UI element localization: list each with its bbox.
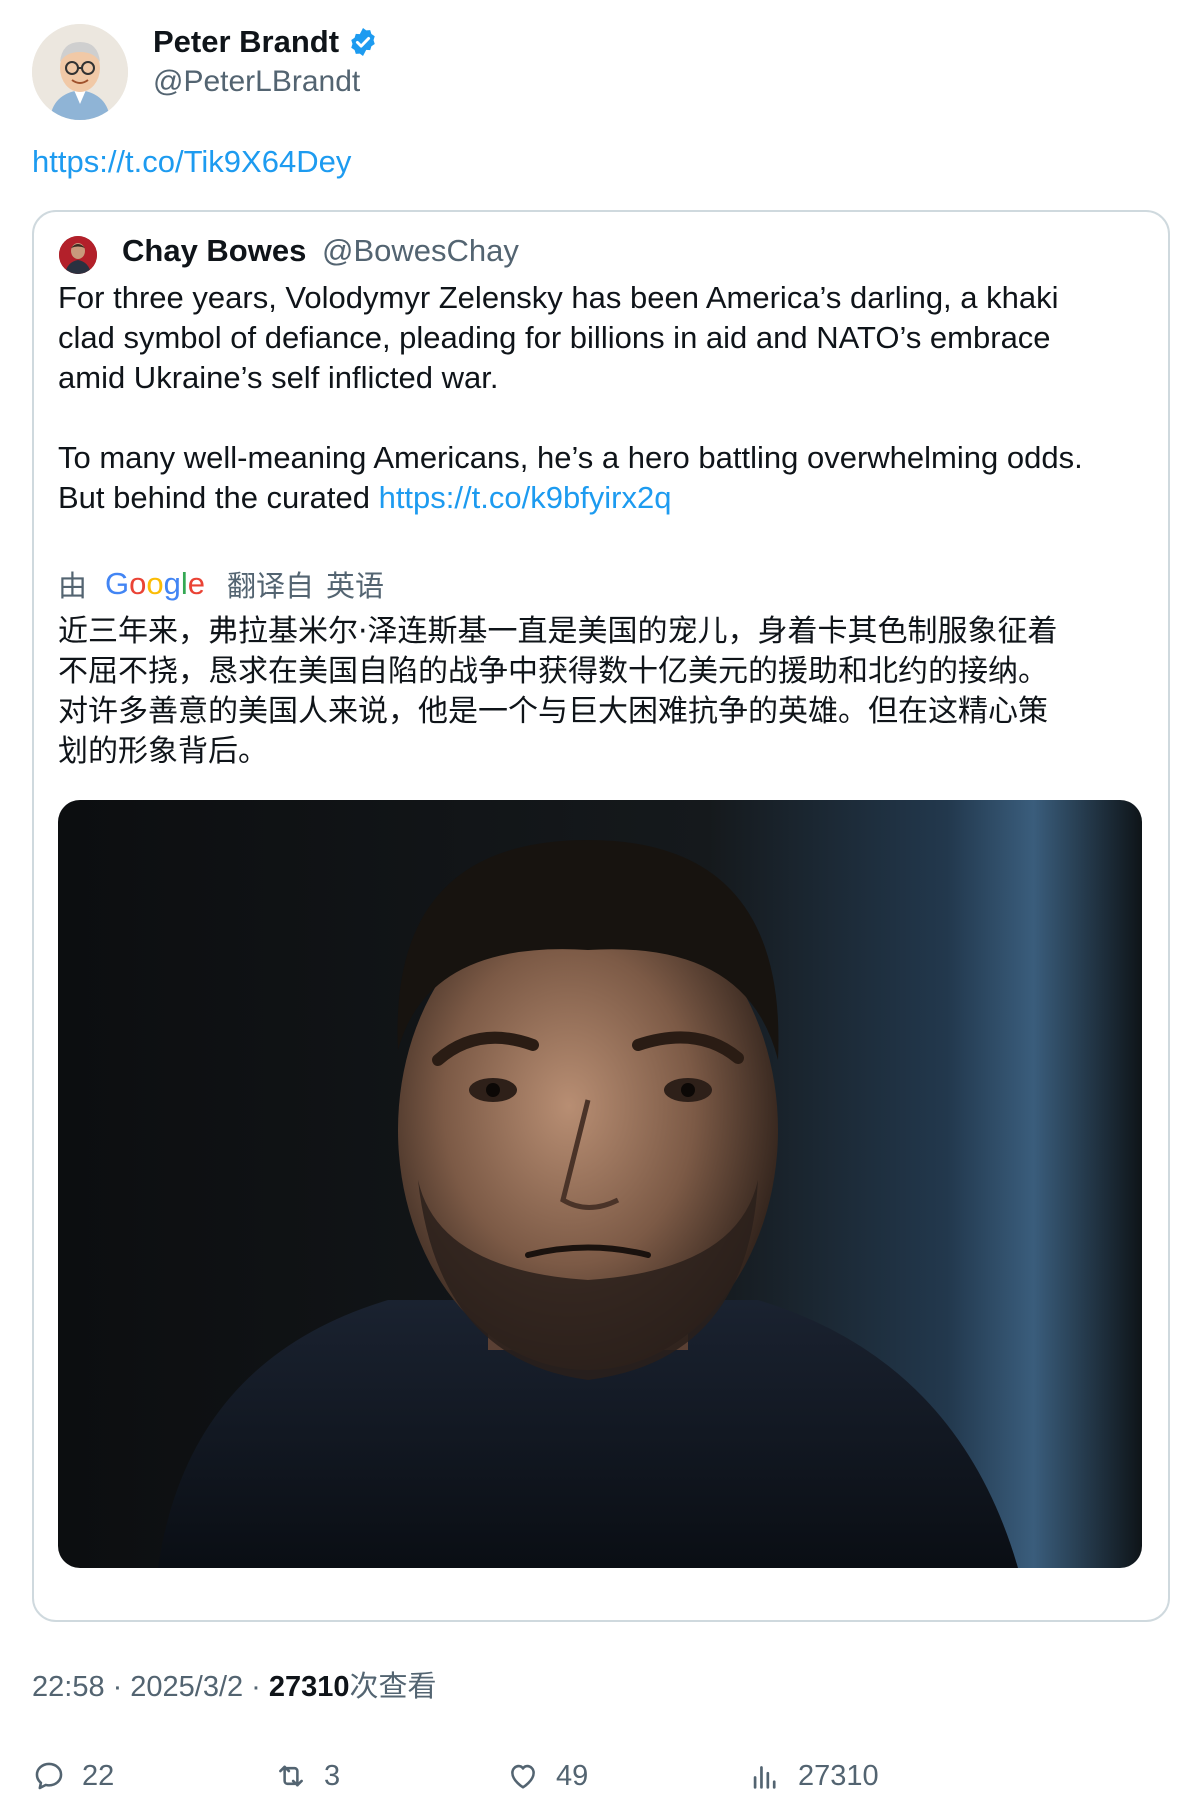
translated-text-line: 对许多善意的美国人来说，他是一个与巨大困难抗争的英雄。但在这精心策 — [58, 694, 1048, 729]
like-button[interactable]: 49 — [506, 1756, 588, 1796]
quote-text-line: For three years, Volodymyr Zelensky has … — [58, 280, 1059, 315]
quote-text-line: To many well-meaning Americans, he’s a h… — [58, 440, 1083, 475]
reply-button[interactable]: 22 — [32, 1756, 114, 1796]
heart-icon — [511, 1764, 535, 1789]
views-label: 次查看 — [349, 1671, 437, 1703]
author-name-text[interactable]: Peter Brandt — [153, 22, 339, 62]
analytics-icon — [753, 1766, 776, 1789]
views-count: 27310 — [268, 1671, 350, 1703]
translation-by-label: 由 — [58, 571, 88, 603]
retweet-count: 3 — [324, 1759, 341, 1792]
views-action-count: 27310 — [798, 1759, 879, 1792]
tweet-link[interactable]: https://t.co/Tik9X64Dey — [32, 142, 351, 182]
quote-link[interactable]: https://t.co/k9bfyirx2q — [379, 480, 672, 515]
retweet-button[interactable]: 3 — [274, 1756, 340, 1796]
quote-text-line: But behind the curated https://t.co/k9bf… — [58, 478, 672, 518]
svg-text:Google: Google — [105, 566, 205, 601]
quote-author-avatar — [59, 236, 97, 274]
tweet-time[interactable]: 22:58 — [32, 1671, 105, 1703]
author-name[interactable]: Peter Brandt — [153, 22, 379, 62]
quote-text-prefix: But behind the curated — [58, 480, 379, 515]
views-button[interactable]: 27310 — [748, 1756, 879, 1796]
quote-author-handle: @BowesChay — [322, 233, 519, 268]
author-avatar[interactable] — [32, 24, 128, 120]
quote-author-name: Chay Bowes — [122, 233, 307, 268]
reply-count: 22 — [82, 1759, 115, 1792]
author-handle[interactable]: @PeterLBrandt — [153, 62, 360, 102]
quote-text-line: amid Ukraine’s self inflicted war. — [58, 360, 499, 395]
retweet-icon — [279, 1765, 303, 1787]
translation-language: 英语 — [326, 571, 385, 603]
translated-text-line: 不屈不挠，恳求在美国自陷的战争中获得数十亿美元的援助和北约的接纳。 — [58, 654, 1048, 689]
meta-separator: · — [112, 1671, 123, 1703]
meta-separator: · — [251, 1671, 261, 1703]
tweet-date[interactable]: 2025/3/2 — [130, 1671, 243, 1703]
translated-text-line: 划的形象背后。 — [58, 734, 268, 769]
quote-media-photo[interactable] — [58, 800, 1142, 1568]
tweet-meta: 22:58 · 2025/3/2 · 27310次查看 — [32, 1667, 436, 1707]
translated-text-line: 近三年来，弗拉基米尔·泽连斯基一直是美国的宠儿，身着卡其色制服象征着 — [58, 614, 1058, 649]
verified-badge-icon — [347, 26, 379, 58]
like-count: 49 — [556, 1759, 589, 1792]
translation-from-label: 翻译自 — [227, 571, 315, 603]
reply-icon — [35, 1762, 63, 1790]
quote-text-line: clad symbol of defiance, pleading for bi… — [58, 320, 1051, 355]
translation-attribution[interactable]: 由 Google 翻译自 英语 — [58, 564, 384, 604]
google-logo-icon: Google — [105, 566, 205, 601]
